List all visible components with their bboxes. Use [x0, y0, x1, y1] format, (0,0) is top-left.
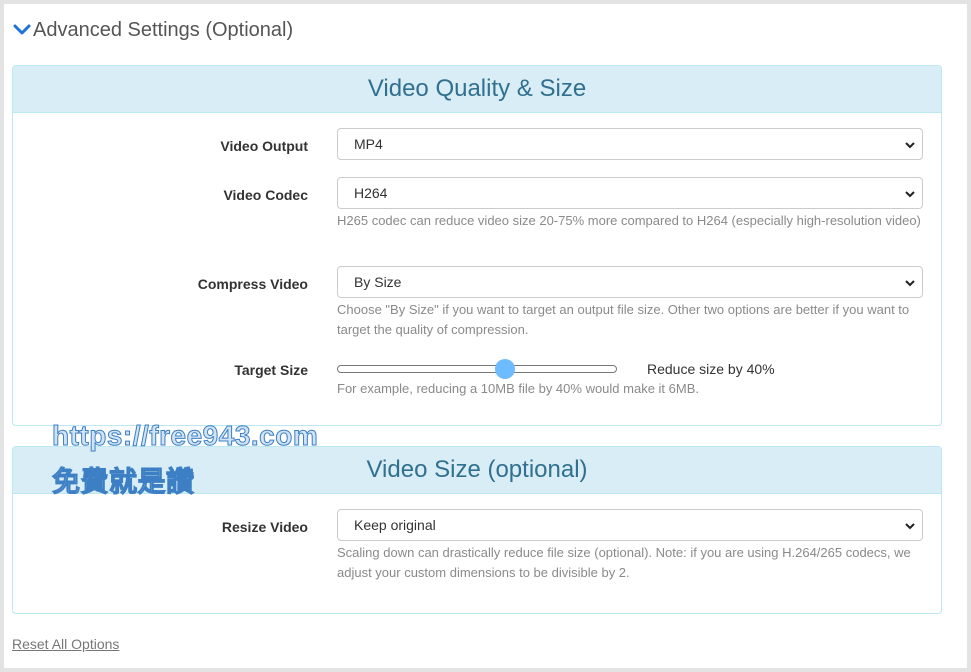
- target-size-value: Reduce size by 40%: [647, 361, 775, 377]
- video-quality-panel-title: Video Quality & Size: [13, 66, 941, 113]
- resize-video-help: Scaling down can drastically reduce file…: [337, 545, 911, 580]
- watermark-url: https://free943.com: [51, 420, 319, 452]
- video-codec-label: Video Codec: [223, 187, 308, 203]
- compress-video-select[interactable]: By Size: [337, 266, 923, 298]
- compress-video-value: By Size: [354, 274, 402, 290]
- advanced-settings-toggle[interactable]: Advanced Settings (Optional): [12, 15, 293, 45]
- resize-video-value: Keep original: [354, 517, 436, 533]
- resize-video-select[interactable]: Keep original: [337, 509, 923, 541]
- chevron-down-icon: [905, 142, 915, 149]
- video-codec-select[interactable]: H264: [337, 177, 923, 209]
- slider-track: [337, 365, 617, 373]
- chevron-down-icon: [905, 523, 915, 530]
- video-codec-value: H264: [354, 185, 388, 201]
- video-output-select[interactable]: MP4: [337, 128, 923, 160]
- chevron-down-icon: [905, 191, 915, 198]
- target-size-slider[interactable]: [337, 359, 617, 379]
- chevron-down-icon: [13, 24, 31, 35]
- video-codec-help: H265 codec can reduce video size 20-75% …: [337, 213, 921, 228]
- video-output-value: MP4: [354, 136, 383, 152]
- advanced-settings-title: Advanced Settings (Optional): [33, 18, 294, 41]
- target-size-label: Target Size: [234, 362, 308, 378]
- compress-video-label: Compress Video: [197, 276, 308, 292]
- compress-video-help: Choose "By Size" if you want to target a…: [337, 302, 910, 337]
- video-output-label: Video Output: [220, 138, 308, 154]
- video-quality-panel: Video Quality & Size Video Output MP4 Vi…: [12, 65, 942, 426]
- resize-video-label: Resize Video: [221, 519, 308, 535]
- chevron-down-icon: [905, 280, 915, 287]
- slider-thumb[interactable]: [495, 359, 515, 379]
- target-size-help: For example, reducing a 10MB file by 40%…: [337, 381, 700, 396]
- watermark-slogan: 免費就是讚: [52, 466, 195, 498]
- reset-all-options-link[interactable]: Reset All Options: [12, 636, 119, 652]
